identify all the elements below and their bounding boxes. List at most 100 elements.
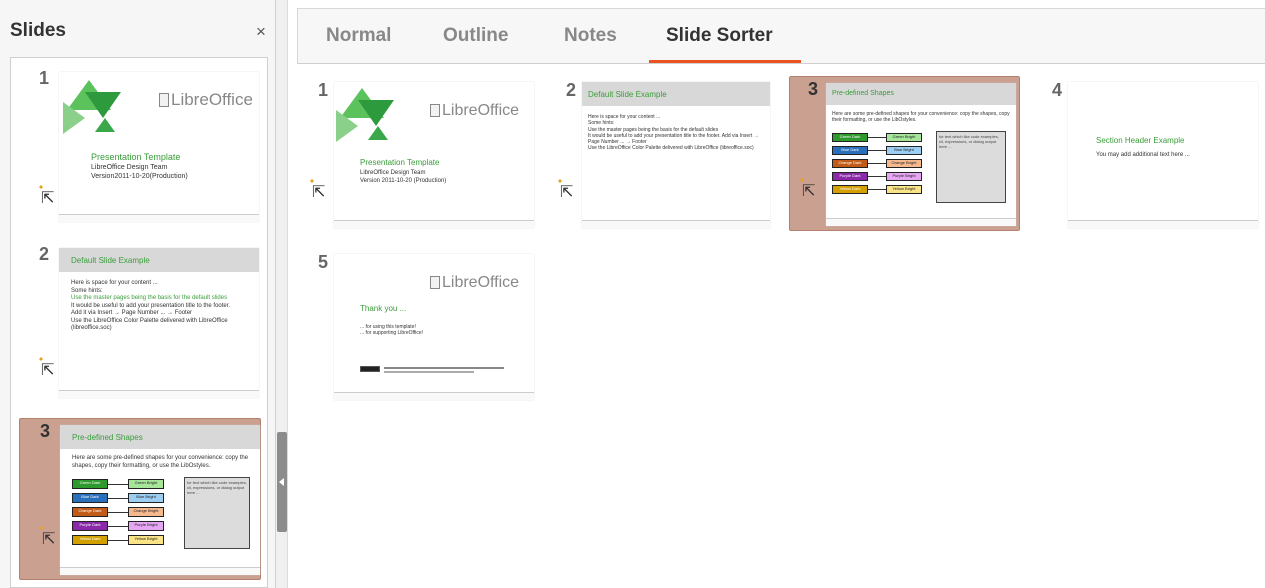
slide-bullet: LibreOffice Design Team [360,170,426,176]
slide-title: Thank you ... [360,304,407,313]
slide-number: 1 [39,68,50,88]
libreoffice-logo: LibreOffice [159,90,253,110]
sorter-slide-4[interactable]: 4 Section Header Example You may add add… [1046,78,1260,232]
slide-bullet: Some hints: [71,287,103,294]
active-tab-indicator [649,60,801,63]
shape-bright: Blue Bright [128,493,164,503]
slide-transition-icon: ⇱ [555,177,574,201]
slide-title: Pre-defined Shapes [832,90,894,97]
sorter-slide-3[interactable]: 3 Pre-defined Shapes Here are some pre-d… [789,76,1020,231]
slide-body: Here are some pre-defined shapes for you… [72,455,249,469]
shape-dark: Yellow Dark [832,185,868,194]
shape-dark: Green Dark [72,479,108,489]
sorter-slide-5[interactable]: 5 LibreOffice Thank you ... ... for usin… [312,250,534,404]
tab-slide-sorter[interactable]: Slide Sorter [666,25,773,47]
shape-dark: Yellow Dark [72,535,108,545]
shape-bright: Green Bright [128,479,164,489]
slide-body: ... for using this template! ... for sup… [360,324,423,337]
sorter-slide-2[interactable]: 2 Default Slide Example Here is space fo… [555,78,782,232]
logo-libre: Libre [442,274,478,291]
slide-preview: Default Slide Example Here is space for … [582,82,770,228]
slide-title: Presentation Template [360,158,440,167]
close-icon[interactable]: × [256,22,266,42]
shape-dark: Green Dark [832,133,868,142]
slide-pane-list[interactable]: 1 LibreOffice Presentation Template Libr… [10,57,268,588]
logo-office: Office [208,90,253,109]
collapse-pane-handle[interactable] [277,432,287,532]
slide-number: 2 [39,244,50,264]
slide-number: 3 [808,79,819,99]
slide-bullet: Use the master pages being the basis for… [71,295,228,301]
slide-title: Presentation Template [91,152,181,162]
logo-office: Office [477,102,520,119]
shape-bright: Orange Bright [128,507,164,517]
slide-pane-thumbnail-3[interactable]: 3 Pre-defined Shapes Here are some pre-d… [19,418,261,580]
shape-bright: Yellow Bright [128,535,164,545]
shape-dark: Blue Dark [72,493,108,503]
sorter-slide-1[interactable]: 1 LibreOffice Presentation Template Libr… [307,78,534,232]
shape-bright: Green Bright [886,133,922,142]
slide-bullet: It would be useful to add your presentat… [588,132,759,145]
slide-body: Here is space for your content ... Some … [588,114,768,152]
shape-bright: Purple Bright [886,172,922,181]
slide-preview: Default Slide Example Here is space for … [59,248,259,398]
slide-pane: Slides × 1 LibreOffice Presentation Temp… [0,0,276,588]
slide-pane-thumbnail-1[interactable]: 1 LibreOffice Presentation Template Libr… [19,66,261,228]
shape-dark: Purple Dark [72,521,108,531]
slide-title: Default Slide Example [71,256,150,265]
slide-bullet: Use the LibreOffice Color Palette delive… [588,145,754,152]
slide-preview: LibreOffice Thank you ... ... for using … [334,254,534,400]
slide-bullet: Version 2011-10-20 (Production) [360,177,447,184]
slide-number: 1 [318,80,329,100]
slide-number: 2 [566,80,577,100]
tab-normal[interactable]: Normal [326,25,391,47]
libreoffice-logo: LibreOffice [430,274,519,292]
slide-preview: LibreOffice Presentation Template LibreO… [334,82,534,228]
slide-bullet: (libreoffice.soc) [71,325,112,331]
slide-body: LibreOffice Design Team Version2011-10-2… [91,164,188,182]
view-tab-bar: Normal Outline Notes Slide Sorter [297,8,1265,64]
shape-dark: Blue Dark [832,146,868,155]
slide-number: 5 [318,252,329,272]
shape-dark: Orange Dark [72,507,108,517]
slide-bullet: It would be useful to add your presentat… [71,302,231,309]
slide-preview: Pre-defined Shapes Here are some pre-def… [60,425,260,575]
slide-body: LibreOffice Design Team Version 2011-10-… [360,170,446,185]
slide-bullet: You may add additional text here ... [1096,152,1190,158]
slide-number: 4 [1052,80,1063,100]
slide-transition-icon: ⇱ [36,355,55,379]
creative-commons-badge [360,366,380,372]
slide-body: Here are some pre-defined shapes for you… [832,111,1010,124]
pane-splitter[interactable] [276,0,288,588]
slide-transition-icon: ⇱ [36,183,55,207]
slide-preview: Pre-defined Shapes Here are some pre-def… [826,83,1016,226]
code-box: for text which like code examples, cli, … [936,131,1006,203]
tab-notes[interactable]: Notes [564,25,617,47]
slide-bullet: LibreOffice Design Team [91,164,168,171]
slide-bullet: ... for supporting LibreOffice! [360,330,423,337]
logo-libre: Libre [171,90,209,109]
slide-pane-thumbnail-2[interactable]: 2 Default Slide Example Here is space fo… [19,242,261,404]
slide-transition-icon: ⇱ [307,177,326,201]
slide-bullet: Add it via Insert → Page Number ... → Fo… [71,310,193,316]
slide-transition-icon: ⇱ [797,176,816,200]
slide-title: Section Header Example [1096,136,1185,145]
slide-title: Default Slide Example [588,90,667,99]
tab-outline[interactable]: Outline [443,25,508,47]
shape-bright: Purple Bright [128,521,164,531]
slide-transition-icon: ⇱ [37,524,56,548]
slide-preview: Section Header Example You may add addit… [1068,82,1258,228]
code-box: for text which like code examples, cli, … [184,477,250,549]
shape-bright: Blue Bright [886,146,922,155]
shape-dark: Purple Dark [832,172,868,181]
libreoffice-logo: LibreOffice [430,102,519,120]
slide-body: You may add additional text here ... [1096,152,1190,160]
slide-title: Pre-defined Shapes [72,433,143,442]
logo-office: Office [477,274,520,291]
shape-bright: Orange Bright [886,159,922,168]
logo-libre: Libre [442,102,478,119]
slide-preview: LibreOffice Presentation Template LibreO… [59,72,259,222]
shape-dark: Orange Dark [832,159,868,168]
slide-bullet: Version2011-10-20(Production) [91,172,188,180]
shape-bright: Yellow Bright [886,185,922,194]
